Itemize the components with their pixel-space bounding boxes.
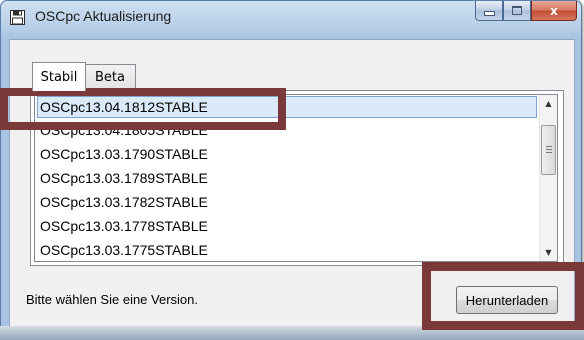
tab-beta[interactable]: Beta [84,64,136,89]
vertical-scrollbar[interactable]: ▲ ▼ [539,95,557,261]
scroll-up-icon[interactable]: ▲ [540,95,557,112]
title-bar[interactable]: OSCpc Aktualisierung x [1,1,581,33]
scroll-thumb[interactable] [541,125,556,175]
list-item[interactable]: OSCpc13.03.1778STABLE [35,214,557,238]
grip-line [546,152,552,153]
list-item[interactable]: OSCpc13.03.1789STABLE [35,166,557,190]
window-title: OSCpc Aktualisierung [35,8,172,24]
highlight-frame-selected-version [0,88,286,130]
grip-line [546,146,552,147]
maximize-button[interactable] [503,1,531,21]
list-item[interactable]: OSCpc13.03.1775STABLE [35,238,557,261]
list-item[interactable]: OSCpc13.03.1790STABLE [35,142,557,166]
status-text: Bitte wählen Sie eine Version. [26,292,198,307]
minimize-icon [483,11,495,16]
close-icon: x [550,3,558,18]
scroll-down-icon[interactable]: ▼ [540,244,557,261]
close-button[interactable]: x [531,1,577,21]
floppy-disk-icon [10,10,25,25]
list-item[interactable]: OSCpc13.03.1782STABLE [35,190,557,214]
grip-line [546,149,552,150]
maximize-icon [512,6,522,15]
highlight-frame-download-button [422,262,584,330]
tab-stabil[interactable]: Stabil [32,62,86,91]
minimize-button[interactable] [475,1,503,21]
caption-buttons: x [475,1,577,23]
